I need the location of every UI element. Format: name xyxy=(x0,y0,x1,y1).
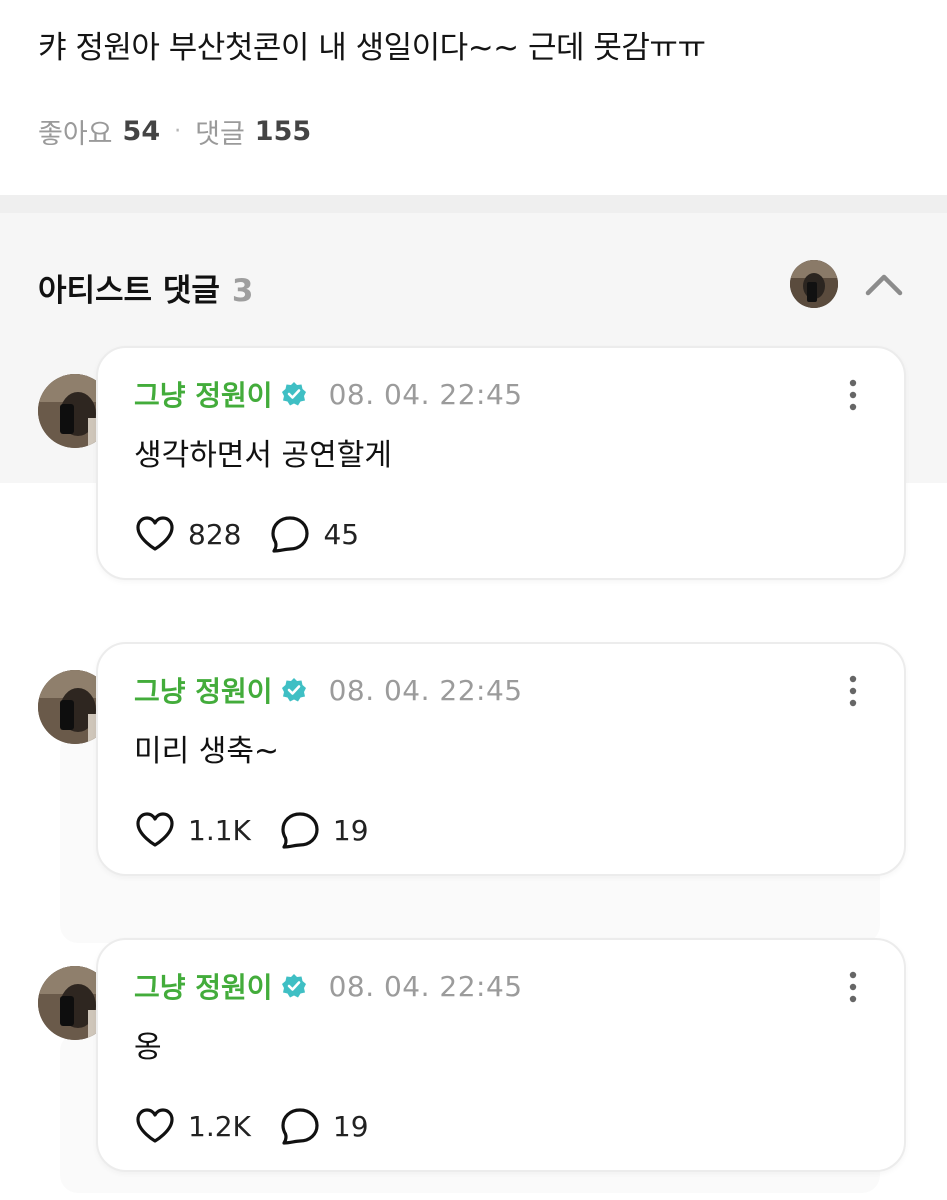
reply-count: 19 xyxy=(332,813,369,847)
likes-label: 좋아요 xyxy=(38,119,113,150)
comment-time: 08. 04. 22:45 xyxy=(328,969,523,1003)
speech-bubble-icon xyxy=(281,1108,319,1145)
comment-card: 그냥 정원이 08. 04. 22:45 미리 생축~ 1.1K 19 xyxy=(96,642,906,876)
chevron-up-icon[interactable] xyxy=(862,267,906,301)
like-button[interactable]: 828 xyxy=(134,514,241,554)
section-header: 아티스트 댓글 3 xyxy=(38,265,254,310)
comment-text: 옹 xyxy=(134,1030,162,1065)
section-title: 아티스트 댓글 xyxy=(38,273,220,309)
like-count: 1.1K xyxy=(188,813,251,847)
comment-card: 그냥 정원이 08. 04. 22:45 옹 1.2K 19 xyxy=(96,938,906,1172)
kebab-menu-icon[interactable] xyxy=(848,378,858,412)
speech-bubble-icon xyxy=(271,516,310,553)
reply-button[interactable]: 19 xyxy=(279,810,369,850)
section-divider xyxy=(0,195,947,213)
reply-button[interactable]: 19 xyxy=(279,1106,369,1146)
heart-icon xyxy=(136,1108,174,1143)
section-count: 3 xyxy=(231,273,254,309)
comment-text: 미리 생축~ xyxy=(134,734,280,769)
avatar-image xyxy=(790,260,838,308)
comments-count[interactable]: 155 xyxy=(255,116,311,147)
heart-icon xyxy=(136,812,174,847)
comment-time: 08. 04. 22:45 xyxy=(328,673,523,707)
kebab-menu-icon[interactable] xyxy=(848,970,858,1004)
like-button[interactable]: 1.2K xyxy=(134,1106,251,1146)
artist-comments-section: 아티스트 댓글 3 그냥 정원이 08. 04. 22:45 생각하면서 공연할… xyxy=(0,213,947,1200)
comments-label: 댓글 xyxy=(195,119,245,150)
reply-count: 45 xyxy=(323,517,360,551)
artist-avatar-small[interactable] xyxy=(790,260,838,308)
reply-button[interactable]: 45 xyxy=(269,514,359,554)
post-title: 캬 정원아 부산첫콘이 내 생일이다~~ 근데 못감ㅠㅠ xyxy=(38,30,706,66)
kebab-menu-icon[interactable] xyxy=(848,674,858,708)
comment-time: 08. 04. 22:45 xyxy=(328,377,523,411)
heart-icon xyxy=(136,516,174,551)
post-meta: 좋아요 54 · 댓글 155 xyxy=(38,112,311,151)
comment-author[interactable]: 그냥 정원이 xyxy=(134,966,273,1006)
like-count: 1.2K xyxy=(188,1109,251,1143)
reply-count: 19 xyxy=(332,1109,369,1143)
likes-count[interactable]: 54 xyxy=(123,116,161,147)
verified-badge-icon xyxy=(281,678,306,702)
speech-bubble-icon xyxy=(281,812,319,849)
verified-badge-icon xyxy=(281,974,306,998)
comment-author[interactable]: 그냥 정원이 xyxy=(134,670,273,710)
like-button[interactable]: 1.1K xyxy=(134,810,251,850)
meta-separator: · xyxy=(174,119,182,144)
comment-card: 그냥 정원이 08. 04. 22:45 생각하면서 공연할게 828 45 xyxy=(96,346,906,580)
comment-text: 생각하면서 공연할게 xyxy=(134,438,392,473)
verified-badge-icon xyxy=(281,382,306,406)
like-count: 828 xyxy=(188,517,242,551)
comment-author[interactable]: 그냥 정원이 xyxy=(134,374,273,414)
